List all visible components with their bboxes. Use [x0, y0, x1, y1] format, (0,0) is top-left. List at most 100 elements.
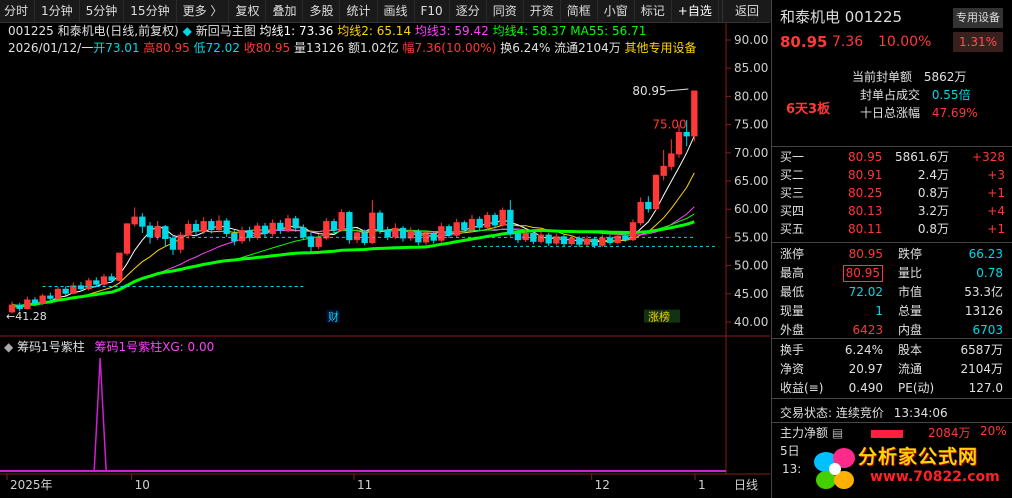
candle-body: [261, 225, 269, 234]
quote-sidebar: 和泰机电 001225 专用设备 80.95 7.36 10.00% 1.31%…: [771, 0, 1012, 498]
quote-label: 内盘: [898, 323, 923, 337]
sidebar-stock-name: 和泰机电 001225: [780, 8, 903, 26]
quote-value: 53.3亿: [964, 285, 1003, 299]
tab-5min[interactable]: 5分钟: [80, 0, 125, 22]
orderbook-row[interactable]: 买一 80.95 5861.6万 +328: [772, 148, 1012, 166]
kline-chart[interactable]: 90.00 85.00 80.00 75.00 70.00 65.00 60.00 55.00…: [0, 22, 770, 498]
y-tick-label: 45.00: [734, 287, 768, 301]
orderbook-change: +1: [987, 222, 1005, 236]
candle-body: [108, 276, 115, 281]
quote-row: 净资 20.97 流通 2104万: [772, 360, 1012, 378]
candle-body: [39, 295, 46, 304]
bar-turnover: 换6.24%: [500, 41, 551, 55]
quote-label: 净资: [780, 362, 805, 376]
quote-label: 换手: [780, 343, 805, 357]
ten-day-label: 十日总涨幅: [860, 106, 921, 120]
net-flow-menu-icon[interactable]: ▤: [832, 426, 843, 440]
quote-row: 外盘 6423 内盘 6703: [772, 321, 1012, 339]
sub-indicator-name[interactable]: 筹码1号紫柱: [17, 340, 85, 354]
quote-label: 流通: [898, 362, 923, 376]
y-tick-label: 40.00: [734, 315, 768, 329]
candle-body: [645, 201, 652, 210]
quote-value: 13126: [964, 304, 1003, 318]
quote-label: 市值: [898, 285, 923, 299]
candle-body: [192, 223, 200, 232]
ma1-value: 均线1: 73.36: [259, 24, 334, 38]
ma5-line: [11, 135, 695, 308]
quote-label: 总量: [898, 304, 923, 318]
orderbook-row[interactable]: 买二 80.91 2.4万 +3: [772, 166, 1012, 184]
more-button[interactable]: 更多 〉: [177, 0, 230, 22]
candle-body: [369, 212, 376, 243]
candle-body: [507, 209, 514, 235]
quote-value: 2104万: [960, 362, 1003, 376]
candle-body: [583, 238, 591, 245]
candle-body: [514, 233, 522, 241]
candle-body: [284, 218, 292, 231]
add-watchlist-button[interactable]: +自选: [672, 0, 719, 22]
price-change: 7.36: [832, 34, 864, 50]
quote-value: 80.95: [842, 265, 883, 282]
quote-row: 现量 1 总量 13126: [772, 302, 1012, 320]
orderbook-row[interactable]: 买四 80.13 3.2万 +4: [772, 202, 1012, 220]
tongji-button[interactable]: 统计: [340, 0, 378, 22]
candle-body: [246, 230, 253, 238]
orderbook-row[interactable]: 买五 80.11 0.8万 +1: [772, 220, 1012, 238]
orderbook-change: +4: [987, 204, 1005, 218]
tab-fenshi[interactable]: 分时: [0, 0, 36, 22]
candle-body: [315, 237, 322, 247]
net-flow-value: 2084万: [928, 426, 971, 440]
orderbook-price: 80.25: [848, 186, 883, 200]
tongzi-button[interactable]: 同资: [487, 0, 524, 22]
xiaochuang-button[interactable]: 小窗: [598, 0, 635, 22]
seal-amount-row: 当前封单额 5862万: [852, 68, 966, 85]
industry-badge[interactable]: 专用设备: [953, 8, 1003, 28]
quote-label: 最低: [780, 285, 805, 299]
y-tick-label: 55.00: [734, 230, 768, 244]
candle-body: [660, 165, 667, 176]
orderbook-label: 买五: [780, 222, 805, 236]
quote-row: 换手 6.24% 股本 6587万: [772, 341, 1012, 359]
candle-body: [476, 218, 483, 228]
sub-collapse-icon[interactable]: ◆: [4, 340, 13, 354]
quote-label: 最高: [780, 266, 805, 280]
kaizi-button[interactable]: 开资: [524, 0, 561, 22]
duogu-button[interactable]: 多股: [303, 0, 341, 22]
return-button[interactable]: 返回: [722, 0, 771, 22]
orderbook-label: 买二: [780, 168, 805, 182]
bar-close: 收80.95: [243, 41, 291, 55]
f10-button[interactable]: F10: [415, 0, 450, 22]
orderbook-volume: 2.4万: [917, 168, 949, 182]
jiankuang-button[interactable]: 简框: [561, 0, 598, 22]
tab-15min[interactable]: 15分钟: [124, 0, 177, 22]
butterfly-logo-icon: [814, 448, 855, 489]
x-axis-label-jan: 1: [698, 478, 706, 492]
orderbook-label: 买四: [780, 204, 805, 218]
chart-header-line2: 2026/01/12/一开73.01 高80.95 低72.02 收80.95 …: [8, 40, 697, 56]
quote-value: 1: [875, 304, 883, 318]
axis-corner-label: 日线: [734, 478, 758, 492]
orderbook-row[interactable]: 买三 80.25 0.8万 +1: [772, 184, 1012, 202]
candle-body: [169, 238, 177, 250]
candle-body: [93, 280, 100, 285]
x-axis-label-nov: 11: [357, 478, 372, 492]
candle-body: [537, 234, 545, 242]
candle-body: [116, 252, 123, 281]
diejia-button[interactable]: 叠加: [266, 0, 304, 22]
high-price-label: 80.95: [632, 84, 666, 98]
zhufen-button[interactable]: 逐分: [450, 0, 487, 22]
candle-body: [300, 227, 307, 238]
biaoji-button[interactable]: 标记: [635, 0, 672, 22]
candle-body: [238, 230, 246, 242]
huaxian-button[interactable]: 画线: [378, 0, 415, 22]
toolbar: 分时 1分钟 5分钟 15分钟 更多 〉 复权 叠加 多股 统计 画线 F10 …: [0, 0, 770, 23]
candle-body: [185, 223, 192, 236]
tab-1min[interactable]: 1分钟: [35, 0, 80, 22]
trade-time: 13:34:06: [893, 406, 948, 420]
fuquan-button[interactable]: 复权: [229, 0, 267, 22]
quote-value: 20.97: [848, 362, 883, 376]
orderbook-price: 80.95: [848, 150, 883, 164]
current-price: 80.95: [780, 33, 828, 51]
main-indicator-name[interactable]: 新回马主图: [196, 24, 256, 38]
net-flow-pct: 20%: [980, 424, 1007, 438]
